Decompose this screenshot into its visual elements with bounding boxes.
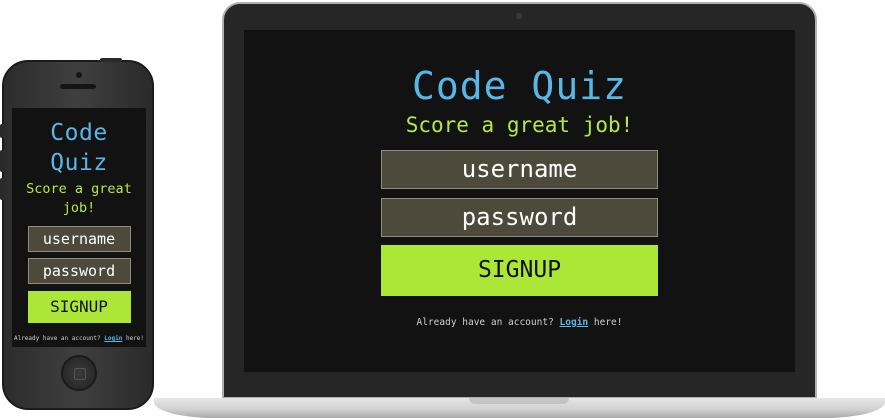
login-prompt-suffix: here! bbox=[125, 335, 145, 342]
page-subtitle: Score a great job! bbox=[405, 113, 634, 137]
page-title: Code Quiz bbox=[412, 64, 627, 108]
signup-button[interactable]: SIGNUP bbox=[27, 291, 131, 323]
phone-camera bbox=[76, 72, 82, 78]
login-link[interactable]: Login bbox=[104, 335, 122, 342]
phone-home-button bbox=[61, 355, 97, 391]
page-subtitle: Score a great job! bbox=[26, 181, 132, 216]
laptop-webcam bbox=[516, 13, 522, 19]
phone-screen: Code Quiz Score a great job! username pa… bbox=[12, 108, 146, 347]
phone-mockup: Code Quiz Score a great job! username pa… bbox=[0, 58, 154, 410]
username-field[interactable]: username bbox=[27, 226, 131, 252]
login-link[interactable]: Login bbox=[560, 317, 589, 328]
laptop-screen: Code Quiz Score a great job! username pa… bbox=[244, 30, 795, 372]
phone-speaker bbox=[60, 84, 96, 89]
laptop-hinge-notch bbox=[469, 398, 569, 404]
password-field[interactable]: password bbox=[27, 258, 131, 284]
login-prompt-text: Already have an account? bbox=[13, 335, 101, 342]
page-title: Code Quiz bbox=[50, 120, 108, 176]
login-prompt: Already have an account? Login here! bbox=[14, 335, 144, 342]
phone-power-button bbox=[100, 58, 122, 62]
phone-mute-switch bbox=[0, 124, 4, 138]
password-field[interactable]: password bbox=[381, 198, 658, 237]
laptop-base bbox=[154, 398, 885, 418]
username-field[interactable]: username bbox=[381, 150, 658, 189]
login-prompt-text: Already have an account? bbox=[416, 317, 554, 328]
signup-button[interactable]: SIGNUP bbox=[381, 245, 658, 296]
phone-volume-down-button bbox=[0, 178, 4, 200]
laptop-mockup: Code Quiz Score a great job! username pa… bbox=[222, 2, 817, 399]
login-prompt: Already have an account? Login here! bbox=[417, 317, 623, 328]
login-prompt-suffix: here! bbox=[593, 317, 623, 328]
phone-volume-up-button bbox=[0, 150, 4, 172]
